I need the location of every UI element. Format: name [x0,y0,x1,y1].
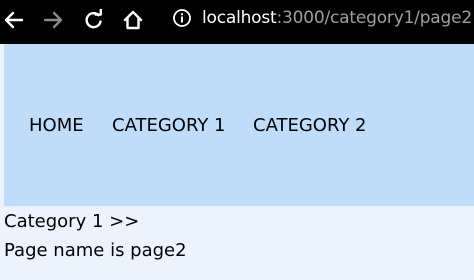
home-icon [123,10,143,30]
app-navbar: HOME CATEGORY 1 CATEGORY 2 [4,44,474,206]
home-button[interactable] [120,7,146,33]
forward-button[interactable] [40,7,66,33]
nav-link-category-1[interactable]: CATEGORY 1 [112,115,226,137]
nav-link-category-2[interactable]: CATEGORY 2 [253,115,367,137]
arrow-right-icon [43,11,63,29]
reload-icon [85,9,102,29]
nav-link-home[interactable]: HOME [29,115,84,137]
url-path: :3000/category1/page2 [276,8,473,28]
breadcrumb: Category 1 >> [4,211,140,232]
browser-toolbar: localhost:3000/category1/page2 [0,0,474,44]
back-button[interactable] [1,7,27,33]
info-icon[interactable] [172,8,192,28]
page-content: HOME CATEGORY 1 CATEGORY 2 Category 1 >>… [0,44,474,280]
arrow-left-icon [4,11,24,29]
address-bar[interactable]: localhost:3000/category1/page2 [202,6,472,30]
page-name-text: Page name is page2 [4,240,187,261]
reload-button[interactable] [81,7,107,33]
url-host: localhost [202,8,277,28]
